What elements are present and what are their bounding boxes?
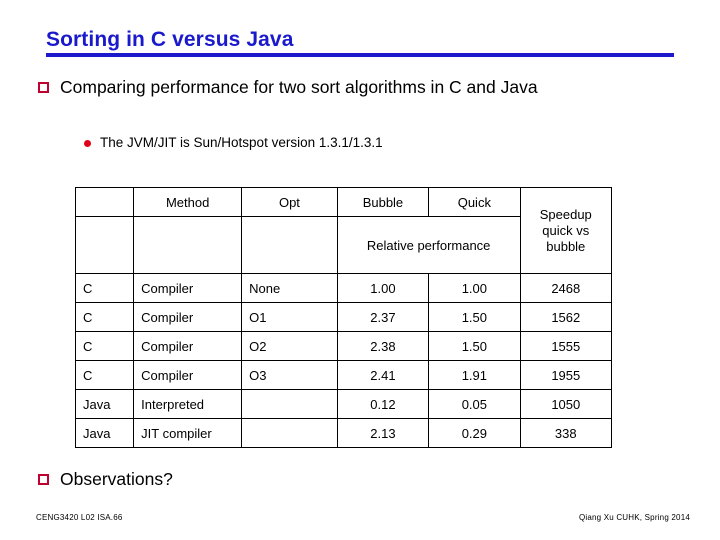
cell-bubble: 1.00 — [336, 273, 430, 303]
table-header-row-1: Method Opt Bubble Quick Speedup quick vs… — [74, 187, 613, 274]
cell-bubble: 2.41 — [336, 360, 430, 390]
cell-quick: 1.91 — [428, 360, 521, 390]
performance-table: Method Opt Bubble Quick Speedup quick vs… — [74, 187, 613, 448]
header-cell-quick: Quick — [428, 187, 521, 217]
cell-quick: 1.50 — [428, 331, 521, 361]
cell-speedup: 1555 — [519, 331, 613, 361]
cell-speedup: 1562 — [519, 302, 613, 332]
header-cell-relative-performance: Relative performance — [336, 216, 521, 274]
cell-language: C — [74, 302, 135, 332]
cell-bubble: 2.13 — [336, 418, 430, 448]
subbullet-item-jvm: The JVM/JIT is Sun/Hotspot version 1.3.1… — [84, 134, 383, 152]
cell-language: C — [74, 273, 135, 303]
cell-quick: 0.05 — [428, 389, 521, 419]
round-bullet-icon — [84, 140, 91, 147]
cell-opt — [241, 389, 338, 419]
table-row: C Compiler O1 2.37 1.50 1562 — [74, 302, 613, 332]
slide-title-block: Sorting in C versus Java — [46, 28, 674, 57]
bullet-item-comparing: Comparing performance for two sort algor… — [38, 76, 678, 99]
table-row: C Compiler None 1.00 1.00 2468 — [74, 273, 613, 303]
cell-language: Java — [74, 389, 135, 419]
header-cell-method: Method — [133, 187, 243, 217]
cell-opt: O3 — [241, 360, 338, 390]
cell-quick: 0.29 — [428, 418, 521, 448]
table-row: Java Interpreted 0.12 0.05 1050 — [74, 389, 613, 419]
cell-language: C — [74, 331, 135, 361]
page-title: Sorting in C versus Java — [46, 28, 294, 51]
cell-opt: O2 — [241, 331, 338, 361]
cell-quick: 1.00 — [428, 273, 521, 303]
table-row: C Compiler O2 2.38 1.50 1555 — [74, 331, 613, 361]
subbullet-item-jvm-label: The JVM/JIT is Sun/Hotspot version 1.3.1… — [100, 135, 383, 150]
cell-speedup: 2468 — [519, 273, 613, 303]
cell-speedup: 1050 — [519, 389, 613, 419]
header-cell-opt-sub — [241, 216, 338, 274]
header-cell-method-sub — [133, 216, 243, 274]
header-cell-language — [74, 187, 135, 217]
header-cell-language-sub — [74, 216, 135, 274]
cell-method: Compiler — [133, 273, 243, 303]
title-underline-rule — [46, 53, 674, 57]
header-cell-bubble: Bubble — [336, 187, 430, 217]
footer-author-course: Qiang Xu CUHK, Spring 2014 — [578, 513, 690, 522]
cell-method: Compiler — [133, 331, 243, 361]
cell-bubble: 0.12 — [336, 389, 430, 419]
cell-method: Interpreted — [133, 389, 243, 419]
cell-method: Compiler — [133, 360, 243, 390]
cell-speedup: 1955 — [519, 360, 613, 390]
cell-bubble: 2.38 — [336, 331, 430, 361]
header-cell-speedup: Speedup quick vs bubble — [519, 187, 613, 274]
bullet-item-observations-label: Observations? — [60, 469, 173, 489]
cell-speedup: 338 — [519, 418, 613, 448]
cell-opt: None — [241, 273, 338, 303]
table-row: Java JIT compiler 2.13 0.29 338 — [74, 418, 613, 448]
cell-language: Java — [74, 418, 135, 448]
header-cell-opt: Opt — [241, 187, 338, 217]
table-row: C Compiler O3 2.41 1.91 1955 — [74, 360, 613, 390]
square-bullet-icon — [38, 82, 49, 93]
square-bullet-icon — [38, 474, 49, 485]
cell-opt: O1 — [241, 302, 338, 332]
bullet-item-comparing-label: Comparing performance for two sort algor… — [60, 77, 538, 97]
cell-opt — [241, 418, 338, 448]
cell-language: C — [74, 360, 135, 390]
footer-slide-reference: CENG3420 L02 ISA.66 — [36, 513, 123, 522]
cell-method: JIT compiler — [133, 418, 243, 448]
cell-quick: 1.50 — [428, 302, 521, 332]
cell-method: Compiler — [133, 302, 243, 332]
bullet-item-observations: Observations? — [38, 468, 173, 491]
cell-bubble: 2.37 — [336, 302, 430, 332]
